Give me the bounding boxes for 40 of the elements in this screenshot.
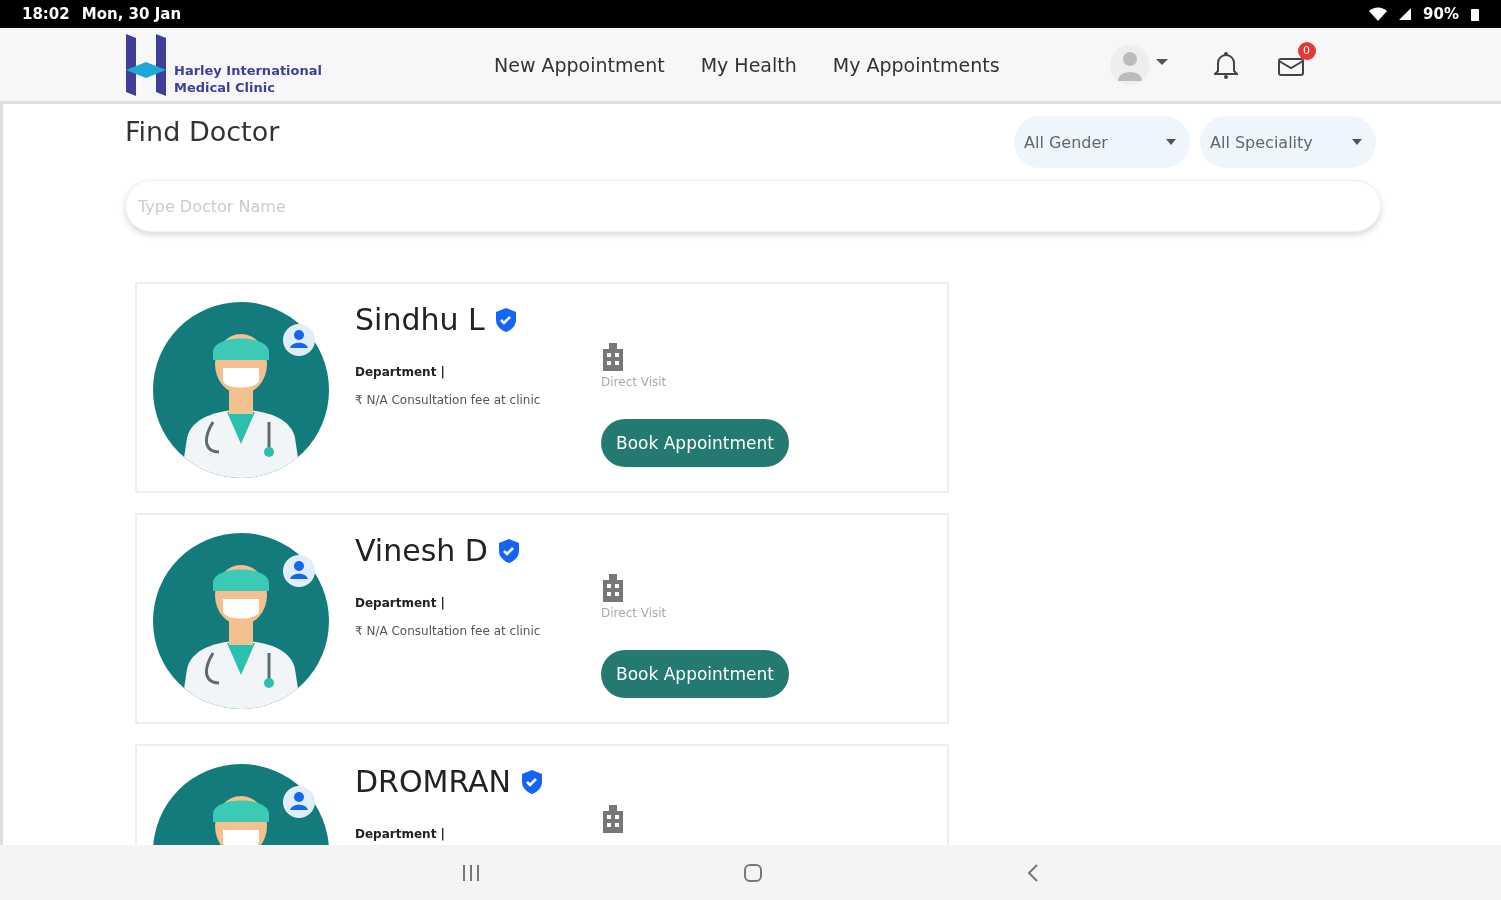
notification-bell-icon[interactable] [1213,50,1238,79]
verified-badge-icon [494,307,517,332]
battery-level: 90% [1423,5,1459,23]
logo-icon [124,33,168,96]
visit-type: Direct Visit [601,375,668,389]
nav-link[interactable]: My Health [700,53,797,76]
verified-badge-icon [497,538,520,563]
recent-apps-icon[interactable] [462,864,481,881]
doctor-name: DROMRAN [355,764,512,799]
filter-dropdown[interactable]: All Speciality [1200,116,1376,168]
department-label: Department | [355,596,446,610]
nav-link[interactable]: My Appointments [832,53,1000,76]
book-appointment-button[interactable]: Book Appointment [601,419,789,467]
logo-text: Harley International [174,61,322,79]
doctor-name: Vinesh D [355,533,488,568]
date: Mon, 30 Jan [81,5,182,23]
page-title: Find Doctor [125,116,280,147]
wifi-icon [1369,7,1388,21]
notification-badge: 0 [1297,41,1316,60]
department-label: Department | [355,365,446,379]
book-appointment-button[interactable]: Book Appointment [601,650,789,698]
clock: 18:02 [22,5,70,23]
filter-dropdown[interactable]: All Gender [1014,116,1190,168]
signal-icon [1399,8,1412,20]
nav-link[interactable]: New Appointment [494,53,665,76]
back-icon[interactable] [1026,863,1039,882]
consultation-fee: ₹ N/A Consultation fee at clinic [355,393,542,407]
logo-text: Medical Clinic [174,78,276,96]
department-label: Department | [355,827,446,841]
visit-type: Direct Visit [601,606,668,620]
building-icon [601,805,625,833]
building-icon [601,574,625,602]
battery-icon [1471,7,1479,21]
doctor-name: Sindhu L [355,302,485,337]
home-icon[interactable] [744,863,763,882]
building-icon [601,343,625,371]
consultation-fee: ₹ N/A Consultation fee at clinic [355,624,542,638]
caret-icon [1352,139,1362,145]
caret-icon [1166,139,1176,145]
verified-badge-icon [521,769,544,794]
